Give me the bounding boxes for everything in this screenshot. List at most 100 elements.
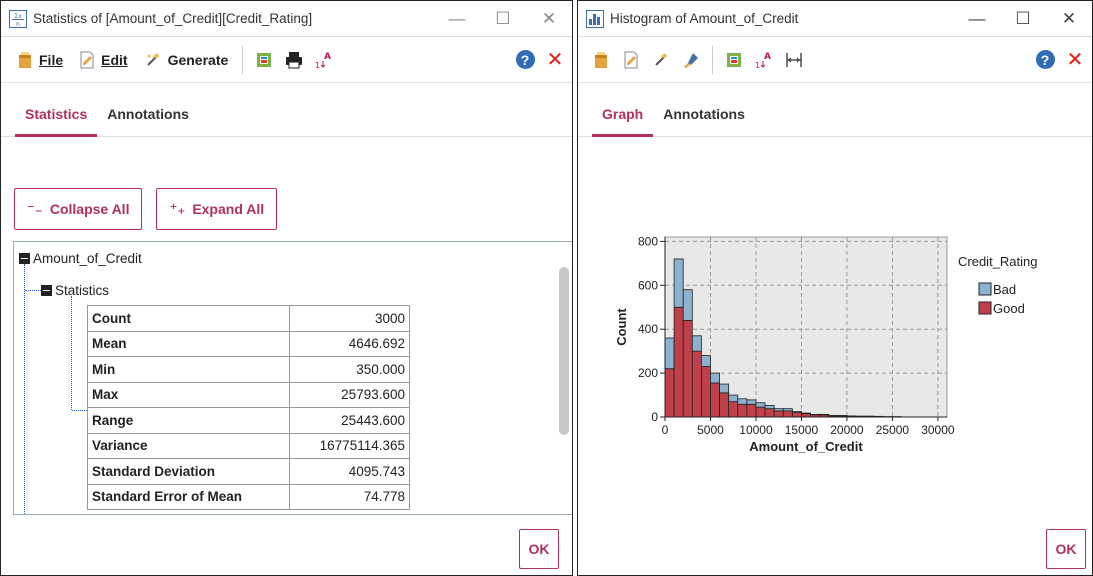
collapse-icon: ⁻₋ bbox=[27, 201, 43, 218]
help-button[interactable]: ? bbox=[1030, 44, 1060, 76]
stat-value: 74.778 bbox=[289, 483, 410, 510]
close-button[interactable]: ✕ bbox=[540, 44, 570, 76]
stat-name: Count bbox=[87, 305, 290, 332]
table-row: Range 25443.600 bbox=[87, 407, 410, 434]
statistics-app-icon: Σx n bbox=[9, 9, 27, 28]
collapse-toggle-icon[interactable] bbox=[41, 285, 52, 296]
close-button[interactable]: ✕ bbox=[1060, 44, 1090, 76]
x-tick-label: 5000 bbox=[697, 423, 724, 437]
minimize-button[interactable]: — bbox=[954, 1, 1000, 37]
tab-graph[interactable]: Graph bbox=[592, 106, 654, 137]
sort-button[interactable]: A 1 bbox=[749, 44, 779, 76]
generate-menu-button[interactable]: Generate bbox=[136, 44, 237, 76]
y-axis-title: Count bbox=[614, 308, 629, 346]
expand-all-button[interactable]: ⁺₊ Expand All bbox=[156, 188, 278, 230]
histogram-bar-good bbox=[710, 382, 720, 418]
y-tick-label: 800 bbox=[638, 234, 658, 248]
y-tick-label: 400 bbox=[638, 322, 658, 336]
export-icon bbox=[257, 52, 272, 67]
help-button[interactable]: ? bbox=[510, 44, 540, 76]
window-close-button[interactable]: ✕ bbox=[526, 1, 572, 37]
x-tick-label: 20000 bbox=[830, 423, 864, 437]
svg-text:1: 1 bbox=[755, 61, 760, 70]
minimize-button[interactable]: — bbox=[434, 1, 480, 37]
y-tick-label: 600 bbox=[638, 278, 658, 292]
edit-mode-button[interactable] bbox=[676, 44, 706, 76]
statistics-table: Count 3000 Mean 4646.692 Min 350.000 Max 257… bbox=[87, 305, 410, 510]
file-menu-button[interactable]: File bbox=[9, 44, 71, 76]
ok-button[interactable]: OK bbox=[519, 529, 559, 569]
histogram-bar-good bbox=[691, 350, 702, 418]
maximize-button[interactable]: ☐ bbox=[480, 1, 526, 37]
tree-statistics-label: Statistics bbox=[55, 283, 110, 298]
edit-menu-button[interactable]: Edit bbox=[71, 44, 135, 76]
window-close-button[interactable]: ✕ bbox=[1046, 1, 1092, 37]
histogram-bar-good bbox=[755, 406, 766, 418]
sort-button[interactable]: A 1 bbox=[309, 44, 339, 76]
generate-menu-button[interactable] bbox=[646, 44, 676, 76]
window-title: Statistics of [Amount_of_Credit][Credit_… bbox=[33, 11, 313, 26]
x-tick-label: 30000 bbox=[921, 423, 955, 437]
tree-root-node[interactable]: Amount_of_Credit bbox=[19, 251, 142, 266]
histogram-bar-bad bbox=[710, 372, 720, 384]
histogram-bar-bad bbox=[664, 337, 675, 370]
collapse-all-button[interactable]: ⁻₋ Collapse All bbox=[14, 188, 143, 230]
print-button[interactable] bbox=[279, 44, 309, 76]
statistics-tree: Amount_of_Credit Statistics Count 3000 Me… bbox=[13, 241, 572, 515]
table-row: Mean 4646.692 bbox=[87, 330, 410, 357]
tree-statistics-node[interactable]: Statistics bbox=[41, 283, 109, 298]
help-icon: ? bbox=[1035, 50, 1055, 69]
export-button[interactable] bbox=[249, 44, 279, 76]
toolbar: File Edit Generate A 1 ? ✕ bbox=[1, 37, 572, 83]
sort-icon: A 1 bbox=[755, 52, 771, 70]
tab-annotations[interactable]: Annotations bbox=[653, 106, 755, 136]
y-tick-label: 0 bbox=[651, 410, 658, 424]
fit-axis-button[interactable] bbox=[779, 44, 809, 76]
stat-value: 4095.743 bbox=[289, 458, 410, 485]
table-row: Count 3000 bbox=[87, 305, 410, 332]
toolbar-separator bbox=[242, 45, 244, 74]
file-icon bbox=[595, 51, 607, 68]
histogram-bar-good bbox=[682, 320, 693, 418]
file-menu-button[interactable] bbox=[586, 44, 616, 76]
toolbar-separator bbox=[712, 45, 713, 74]
stat-name: Mean bbox=[87, 330, 290, 357]
file-menu-label: File bbox=[39, 51, 64, 68]
expand-all-label: Expand All bbox=[192, 201, 265, 217]
edit-menu-button[interactable] bbox=[616, 44, 646, 76]
histogram-bar-bad bbox=[773, 408, 784, 412]
ok-button[interactable]: OK bbox=[1046, 529, 1086, 569]
legend-label: Good bbox=[993, 301, 1025, 316]
histogram-bar-bad bbox=[764, 404, 775, 410]
x-tick-label: 0 bbox=[662, 423, 669, 437]
histogram-bar-good bbox=[791, 412, 802, 418]
vertical-scrollbar[interactable] bbox=[559, 267, 569, 435]
edit-icon bbox=[624, 51, 638, 68]
x-axis-title: Amount_of_Credit bbox=[749, 439, 863, 454]
legend-swatch bbox=[978, 282, 992, 296]
histogram-bar-bad bbox=[719, 383, 730, 394]
file-icon bbox=[19, 51, 31, 68]
histogram-bar-bad bbox=[691, 335, 702, 352]
histogram-bar-good bbox=[728, 401, 739, 418]
stat-value: 3000 bbox=[289, 305, 410, 332]
histogram-bar-good bbox=[664, 368, 675, 418]
tab-statistics[interactable]: Statistics bbox=[15, 106, 98, 137]
svg-text:n: n bbox=[16, 21, 20, 28]
axis-range-icon bbox=[786, 52, 802, 67]
export-button[interactable] bbox=[719, 44, 749, 76]
histogram-bar-good bbox=[737, 403, 748, 418]
toolbar: A 1 ? ✕ bbox=[578, 37, 1092, 83]
collapse-toggle-icon[interactable] bbox=[19, 253, 30, 264]
legend-swatch bbox=[978, 301, 992, 315]
maximize-button[interactable]: ☐ bbox=[1000, 1, 1046, 37]
tab-annotations[interactable]: Annotations bbox=[97, 106, 199, 136]
histogram-bar-good bbox=[764, 408, 775, 418]
stat-name: Standard Deviation bbox=[87, 458, 290, 485]
generate-menu-label: Generate bbox=[167, 51, 229, 68]
expand-icon: ⁺₊ bbox=[169, 201, 186, 218]
histogram-bar-bad bbox=[801, 412, 811, 415]
histogram-bar-good bbox=[773, 410, 784, 418]
histogram-window: Histogram of Amount_of_Credit — ☐ ✕ A 1 … bbox=[577, 0, 1093, 576]
histogram-bar-good bbox=[673, 306, 684, 418]
